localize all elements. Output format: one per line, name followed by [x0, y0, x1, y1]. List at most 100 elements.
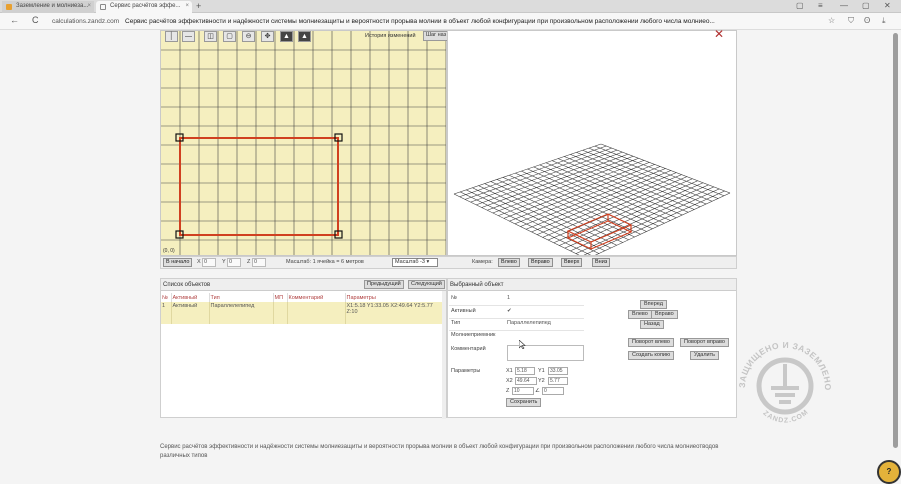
field-label: Комментарий [451, 346, 486, 352]
plan-grid [161, 31, 446, 255]
field-label: № [451, 295, 457, 301]
left-button[interactable]: Влево [628, 310, 652, 319]
vertical-line-tool-icon[interactable]: │ [165, 31, 178, 42]
previous-button[interactable]: Предыдущий [364, 280, 404, 289]
page-icon [100, 4, 106, 10]
new-tab-button[interactable]: + [196, 1, 201, 11]
y2-label: Y2 [538, 378, 545, 384]
y-label: Y [222, 259, 226, 265]
field-label: Молниеприемник [451, 332, 496, 338]
scale-select[interactable]: Масштаб -3 ▾ [392, 258, 438, 267]
close-window-icon[interactable]: ✕ [884, 1, 891, 10]
extension-icon[interactable]: ʘ [864, 16, 870, 25]
maximize-icon[interactable]: ▢ [862, 1, 870, 10]
camera-left-button[interactable]: Влево [498, 258, 520, 267]
camera-right-button[interactable]: Вправо [528, 258, 553, 267]
go-start-button[interactable]: В начало [163, 258, 193, 267]
view-controls: В начало X 0 Y 0 Z 0 Масштаб: 1 ячейка =… [160, 256, 737, 269]
next-button[interactable]: Следующий [408, 280, 445, 289]
building-tool-icon[interactable]: ◫ [204, 31, 217, 42]
x2-input[interactable]: 49.64 [515, 377, 537, 385]
mast-tool-icon[interactable]: ▲ [280, 31, 293, 42]
origin-label: (0, 0) [163, 248, 175, 254]
create-copy-button[interactable]: Создать копию [628, 351, 675, 360]
divider [449, 305, 584, 306]
column-header: Тип [209, 293, 274, 302]
rectangle-tool-icon[interactable]: ▢ [223, 31, 236, 42]
browser-tab-service[interactable]: Сервис расчётов эффе... × [96, 1, 192, 13]
field-label: Активный [451, 308, 476, 314]
selected-object-header: Выбранный объект [448, 279, 736, 291]
tab-label: Заземление и молниеза... [16, 3, 89, 9]
url-page-title: Сервис расчётов эффективности и надёжнос… [125, 18, 715, 25]
y2-input[interactable]: 5.77 [548, 377, 568, 385]
scale-info: Масштаб: 1 ячейка = 6 метров [286, 259, 364, 265]
column-header: № [161, 293, 172, 302]
url-domain: calculations.zandz.com [52, 18, 120, 25]
object-list-panel: Список объектов Предыдущий Следующий № А… [160, 278, 447, 419]
type-select[interactable]: Параллелепипед [507, 320, 551, 326]
mouse-cursor-icon [519, 340, 526, 349]
x-coordinate-field[interactable]: 0 [202, 258, 216, 267]
scale-select-value: Масштаб -3 [395, 259, 425, 265]
isometric-grid [453, 143, 731, 255]
column-header: МП [273, 293, 288, 302]
isometric-view-canvas[interactable] [447, 30, 737, 256]
x2-label: X2 [506, 378, 513, 384]
right-button[interactable]: Вправо [651, 310, 678, 319]
cell-mp [273, 302, 288, 324]
z-coordinate-field[interactable]: 0 [252, 258, 266, 267]
z-label: Z [247, 259, 251, 265]
field-label: Тип [451, 320, 461, 326]
x1-input[interactable]: 5.18 [515, 367, 535, 375]
z-param-input[interactable]: 10 [512, 387, 534, 395]
browser-tab-zazemlenie[interactable]: Заземление и молниеза... × [2, 1, 94, 13]
active-checkbox[interactable]: ✔ [507, 308, 512, 314]
column-header: Активный [171, 293, 210, 302]
selected-object-title: Выбранный объект [450, 282, 504, 288]
close-tab-icon[interactable]: × [185, 3, 189, 9]
object-list-title: Список объектов [163, 282, 211, 288]
camera-down-button[interactable]: Вниз [592, 258, 611, 267]
field-value: 1 [507, 295, 511, 301]
table-row[interactable]: 1 Активный Параллелепипед X1:5.18 Y1:33.… [161, 302, 444, 324]
close-tab-icon[interactable]: × [87, 3, 91, 9]
column-header: Комментарий [287, 293, 346, 302]
delete-button[interactable]: Удалить [690, 351, 719, 360]
back-icon[interactable]: ← [10, 15, 19, 25]
cell-comment [287, 302, 346, 324]
angle-input[interactable]: 0 [542, 387, 564, 395]
bookmark-icon[interactable]: ☆ [828, 16, 835, 25]
cylinder-tool-icon[interactable]: ⊖ [242, 31, 255, 42]
camera-up-button[interactable]: Вверх [561, 258, 583, 267]
selected-object-panel: Выбранный объект [447, 278, 737, 418]
list-scrollbar[interactable] [442, 291, 446, 419]
move-tool-icon[interactable]: ✥ [261, 31, 274, 42]
divider [449, 318, 584, 319]
close-icon[interactable]: ✕ [714, 27, 724, 41]
y-coordinate-field[interactable]: 0 [227, 258, 241, 267]
forward-button[interactable]: Вперед [640, 300, 667, 309]
tower-tool-icon[interactable]: ▲ [298, 31, 311, 42]
reload-icon[interactable]: C [32, 15, 39, 25]
help-button[interactable]: ? [877, 460, 901, 484]
plan-view-canvas[interactable] [160, 30, 447, 256]
save-button[interactable]: Сохранить [506, 398, 542, 407]
favicon-icon [6, 4, 12, 10]
rotate-right-button[interactable]: Поворот вправо [680, 338, 729, 347]
z-param-label: Z [506, 388, 510, 394]
rotate-left-button[interactable]: Поворот влево [628, 338, 674, 347]
shield-icon[interactable]: ⛉ [848, 16, 854, 26]
menu-icon[interactable]: ≡ [818, 1, 823, 10]
object-list-header: Список объектов Предыдущий Следующий [161, 279, 446, 291]
address-field[interactable]: calculations.zandz.com Сервис расчётов э… [52, 15, 822, 28]
back-button[interactable]: Назад [640, 320, 664, 329]
page-scrollbar[interactable] [893, 33, 898, 448]
cell-params: X1:5.18 Y1:33.05 X2:49.64 Y2:5.77 Z:10 [345, 302, 444, 324]
minimize-icon[interactable]: — [840, 1, 848, 10]
y1-input[interactable]: 33.05 [548, 367, 568, 375]
horizontal-line-tool-icon[interactable]: — [182, 31, 195, 42]
window-tabs-icon[interactable]: ▢ [796, 1, 804, 10]
download-icon[interactable]: ⤓ [882, 16, 886, 26]
cell-type: Параллелепипед [209, 302, 274, 324]
